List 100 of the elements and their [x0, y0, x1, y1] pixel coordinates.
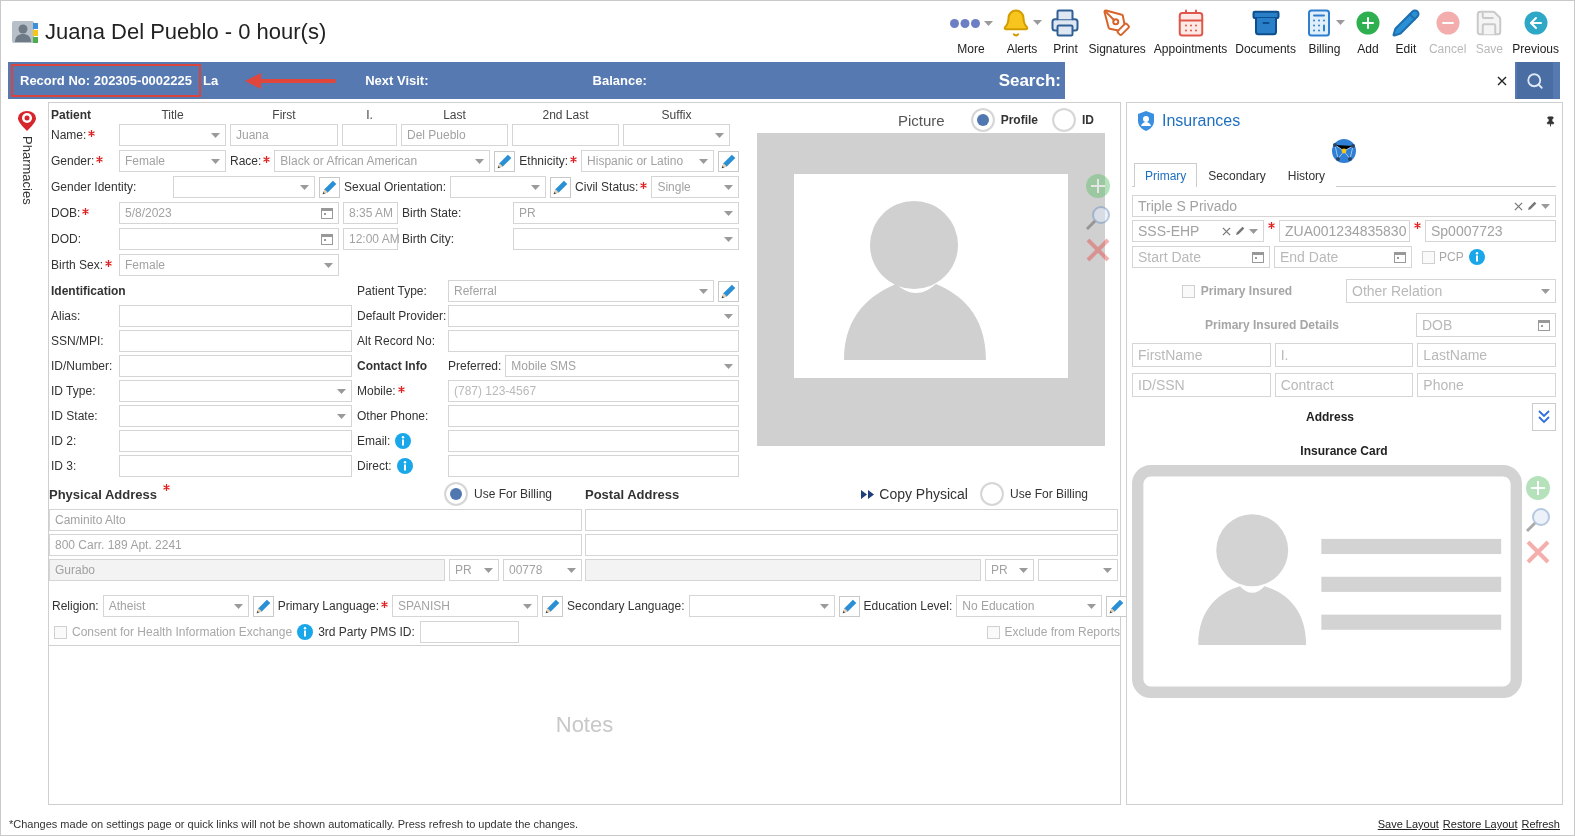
select-field[interactable]: Other Relation — [1346, 279, 1556, 303]
select-field[interactable]: Female — [119, 254, 339, 276]
copy-physical-button[interactable]: Copy Physical — [861, 486, 968, 502]
pin-icon[interactable] — [1545, 115, 1556, 127]
text-field[interactable] — [585, 509, 1118, 531]
radio-button[interactable] — [1052, 108, 1076, 132]
toolbar-button[interactable]: Documents — [1232, 5, 1299, 58]
toolbar-button[interactable]: Appointments — [1150, 5, 1231, 58]
radio-button[interactable] — [443, 482, 468, 506]
text-field[interactable] — [342, 124, 397, 146]
pencil-icon[interactable] — [1235, 226, 1245, 236]
date-field[interactable]: 5/8/2023 — [119, 202, 339, 224]
edit-button[interactable] — [550, 176, 572, 198]
magnifier-icon[interactable] — [1525, 507, 1551, 533]
text-field[interactable]: Gurabo — [49, 559, 445, 581]
text-field[interactable]: 8:35 AM — [343, 202, 398, 224]
select-field[interactable]: SPANISH — [392, 595, 539, 617]
checkbox[interactable] — [1181, 284, 1195, 298]
edit-button[interactable] — [718, 280, 739, 302]
info-icon[interactable] — [1468, 249, 1485, 265]
toolbar-button[interactable]: Previous — [1509, 5, 1562, 58]
select-field[interactable]: Female — [119, 150, 226, 172]
date-field[interactable] — [119, 228, 339, 250]
plus-icon[interactable] — [1085, 173, 1111, 199]
text-field[interactable]: Caminito Alto — [49, 509, 582, 531]
edit-button[interactable] — [252, 595, 274, 617]
edit-button[interactable] — [1106, 595, 1128, 617]
text-field[interactable] — [119, 355, 352, 377]
radio-button[interactable] — [970, 108, 995, 132]
text-field[interactable] — [119, 430, 352, 452]
select-field[interactable] — [119, 405, 352, 427]
select-field[interactable]: PR — [449, 559, 499, 581]
text-field[interactable]: I. — [1274, 343, 1414, 367]
text-field[interactable]: Juana — [230, 124, 338, 146]
text-field[interactable] — [419, 621, 519, 643]
text-field[interactable] — [512, 124, 619, 146]
text-field[interactable] — [585, 559, 981, 581]
select-field[interactable]: Atheist — [102, 595, 249, 617]
delete-icon[interactable] — [1525, 539, 1551, 565]
text-field[interactable]: LastName — [1417, 343, 1556, 367]
text-field[interactable]: (787) 123-4567 — [448, 380, 739, 402]
date-field[interactable]: DOB — [1416, 313, 1556, 337]
text-field[interactable] — [448, 330, 739, 352]
text-field[interactable] — [119, 305, 352, 327]
search-button[interactable] — [1517, 62, 1553, 99]
radio-button[interactable] — [979, 482, 1004, 506]
plus-icon[interactable] — [1525, 475, 1551, 501]
toolbar-button[interactable]: Edit — [1387, 5, 1424, 58]
pencil-icon[interactable] — [1527, 201, 1537, 211]
footer-link[interactable]: Save Layout — [1377, 818, 1439, 830]
select-field[interactable]: Single — [651, 176, 739, 198]
select-field[interactable]: PR — [513, 202, 739, 224]
select-field[interactable] — [119, 124, 226, 146]
text-field[interactable] — [585, 534, 1118, 556]
side-tab[interactable]: Pharmacies — [8, 102, 46, 212]
text-field[interactable] — [119, 455, 352, 477]
select-field[interactable]: PR — [985, 559, 1034, 581]
select-field[interactable]: 00778 — [503, 559, 582, 581]
select-field[interactable] — [623, 124, 730, 146]
text-field[interactable]: FirstName — [1132, 343, 1271, 367]
select-field[interactable] — [513, 228, 739, 250]
toolbar-button[interactable]: More — [945, 6, 997, 58]
text-field[interactable]: 12:00 AM — [343, 228, 398, 250]
edit-button[interactable] — [542, 595, 564, 617]
text-field[interactable]: ZUA001234835830 — [1279, 220, 1410, 242]
select-field[interactable] — [173, 176, 315, 198]
toolbar-button[interactable]: Add — [1349, 5, 1386, 58]
expand-button[interactable] — [1532, 403, 1556, 431]
date-field[interactable]: Start Date — [1132, 246, 1270, 268]
delete-icon[interactable] — [1085, 237, 1111, 263]
text-field[interactable] — [448, 430, 739, 452]
info-icon[interactable] — [395, 433, 412, 449]
select-field[interactable]: Hispanic or Latino — [581, 150, 714, 172]
select-field[interactable] — [119, 380, 352, 402]
edit-button[interactable] — [718, 150, 739, 172]
footer-link[interactable]: Restore Layout — [1442, 818, 1518, 830]
toolbar-button[interactable]: Signatures — [1085, 5, 1149, 58]
select-field[interactable] — [450, 176, 547, 198]
text-field[interactable] — [448, 405, 739, 427]
text-field[interactable]: Del Pueblo — [401, 124, 508, 146]
date-field[interactable]: End Date — [1274, 246, 1412, 268]
text-field[interactable] — [119, 330, 352, 352]
text-field[interactable]: 800 Carr. 189 Apt. 2241 — [49, 534, 582, 556]
edit-button[interactable] — [838, 595, 860, 617]
text-field[interactable]: Phone — [1417, 373, 1556, 397]
select-field[interactable] — [688, 595, 835, 617]
toolbar-button[interactable]: Print — [1047, 5, 1084, 58]
clear-icon[interactable] — [1497, 75, 1507, 86]
toolbar-button[interactable]: Alerts — [998, 5, 1046, 58]
select-field[interactable] — [448, 305, 739, 327]
checkbox[interactable] — [1422, 250, 1435, 264]
text-field[interactable] — [448, 455, 739, 477]
select-field[interactable]: SSS-EHP — [1132, 220, 1264, 242]
tab[interactable]: Primary — [1134, 163, 1198, 187]
footer-link[interactable]: Refresh — [1521, 818, 1560, 830]
select-field[interactable] — [1038, 559, 1118, 581]
search-field[interactable] — [1065, 62, 1515, 99]
toolbar-button[interactable]: Billing — [1300, 5, 1348, 58]
select-field[interactable]: Referral — [448, 280, 714, 302]
magnifier-icon[interactable] — [1085, 205, 1111, 231]
